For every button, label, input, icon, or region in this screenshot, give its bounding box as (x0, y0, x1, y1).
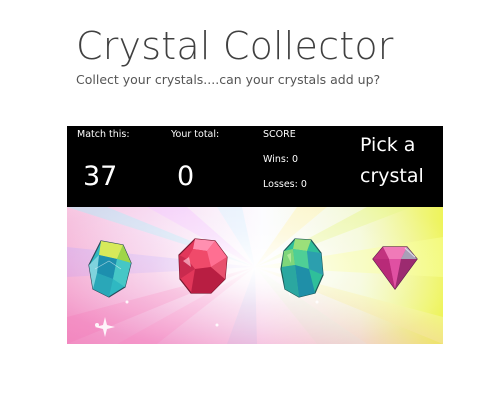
wins-count: Wins: 0 (263, 154, 299, 165)
pink-diamond-icon (372, 246, 418, 291)
page-subtitle: Collect your crystals....can your crysta… (76, 72, 381, 87)
crystal-green-teal[interactable] (279, 237, 325, 299)
page-title: Crystal Collector (76, 24, 394, 68)
total-value: 0 (177, 161, 195, 192)
score-label: SCORE (263, 129, 296, 140)
crystal-teal-yellow[interactable] (87, 239, 133, 299)
crystal-pink-diamond[interactable] (371, 245, 419, 291)
match-value: 37 (83, 161, 118, 192)
crystal-red[interactable] (177, 237, 229, 297)
prompt-line-2: crystal (360, 165, 424, 187)
teal-gem-icon (88, 240, 132, 298)
scoreboard: Match this: 37 Your total: 0 SCORE Wins:… (67, 126, 443, 207)
prompt-line-1: Pick a (360, 134, 416, 156)
total-label: Your total: (171, 129, 220, 140)
match-label: Match this: (77, 129, 130, 140)
crystal-play-area (67, 207, 443, 344)
green-gem-icon (280, 238, 324, 298)
red-gem-icon (178, 238, 228, 294)
losses-count: Losses: 0 (263, 179, 307, 190)
